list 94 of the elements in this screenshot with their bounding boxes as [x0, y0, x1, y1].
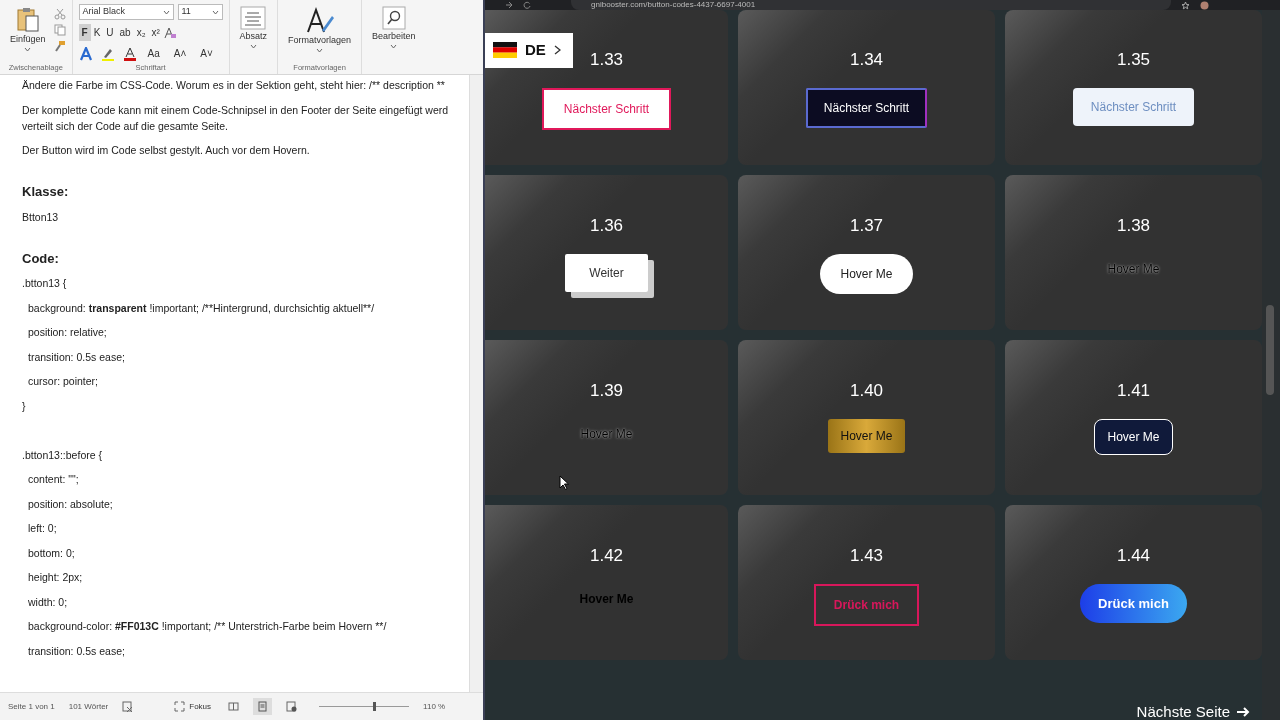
code-line: background: transparent !important; /**Hintergrund, durchsichtig aktuell**/ [27, 300, 376, 316]
button-number: 1.33 [589, 49, 624, 71]
ribbon-button[interactable]: Formatvorlagen [284, 4, 356, 55]
chevron-down-icon [211, 9, 219, 15]
demo-button[interactable]: Nächster Schritt [805, 87, 928, 128]
button-number: 1.43 [849, 545, 884, 567]
button-number: 1.35 [1116, 49, 1151, 71]
demo-button[interactable]: Hover Me [820, 253, 913, 294]
font-size-button[interactable]: A˅ [197, 45, 216, 62]
chevron-down-icon [390, 43, 398, 49]
code-line: transition: 0.5s ease; [27, 643, 126, 659]
chevron-down-icon [24, 46, 32, 52]
demo-button[interactable]: Nächster Schritt [541, 87, 672, 130]
code-line: transition: 0.5s ease; [27, 349, 126, 365]
format-button[interactable]: K [90, 24, 104, 41]
font-size-field[interactable]: 11 [177, 4, 223, 20]
demo-button[interactable]: Hover Me [1101, 253, 1166, 284]
button-number: 1.42 [589, 545, 624, 567]
star-icon[interactable] [1181, 0, 1190, 10]
demo-button[interactable]: Hover Me [1094, 418, 1173, 455]
cursor-icon [559, 475, 569, 490]
read-mode-icon[interactable] [228, 701, 240, 712]
paste-button[interactable]: Einfügen [6, 4, 50, 54]
paste-icon [14, 6, 41, 33]
ribbon-button[interactable]: Bearbeiten [368, 4, 420, 51]
demo-button[interactable]: Hover Me [828, 418, 905, 453]
paragraph: Ändere die Farbe im CSS-Code. Worum es in der Sektion geht, steht hier: /** description ** [22, 78, 446, 93]
brush-icon[interactable] [53, 40, 66, 52]
button-number: 1.34 [849, 49, 884, 71]
next-page-link[interactable]: Nächste Seite [1136, 704, 1250, 720]
zoom-level: 110 % [423, 700, 446, 713]
code-line: bottom: 0; [27, 545, 76, 561]
button-number: 1.37 [849, 215, 884, 237]
button-number: 1.41 [1116, 380, 1151, 402]
paragraph: Btton13 [22, 209, 60, 225]
demo-button[interactable]: Hover Me [574, 418, 639, 449]
format-button[interactable]: U [103, 24, 117, 41]
code-line: position: relative; [27, 325, 108, 340]
demo-button[interactable]: Drück mich [1080, 583, 1187, 623]
button-number: 1.38 [1116, 215, 1151, 237]
focus-button[interactable]: Fokus [171, 698, 215, 715]
scrollbar-thumb[interactable] [1266, 305, 1274, 395]
font-name-field[interactable]: Arial Black [78, 4, 174, 20]
scrollbar[interactable] [1262, 10, 1280, 720]
format-button[interactable]: F [78, 24, 91, 41]
font-size-button[interactable]: Aa [144, 45, 163, 62]
code-line: width: 0; [27, 594, 69, 610]
heading: Code: [22, 250, 60, 267]
format-button[interactable]: ab [116, 24, 134, 41]
search-icon [381, 6, 406, 30]
paragraph-icon [240, 6, 267, 30]
page-count: Seite 1 von 1 [8, 700, 55, 713]
avatar-icon[interactable] [1200, 0, 1209, 10]
reload-icon[interactable] [523, 1, 531, 9]
address-bar[interactable]: gnibooster.com/button-codes-4437-6697-4001 [571, 0, 1171, 10]
button-number: 1.44 [1116, 545, 1151, 567]
proofing-icon[interactable] [122, 701, 134, 712]
code-line: } [22, 398, 27, 414]
code-line: position: absolute; [27, 496, 114, 512]
forward-icon[interactable] [505, 1, 513, 9]
ribbon-button[interactable]: Absatz [235, 4, 272, 51]
button-number: 1.39 [589, 380, 624, 402]
scrollbar[interactable] [469, 75, 483, 692]
code-line: left: 0; [27, 521, 58, 536]
heading: Klasse: [22, 184, 70, 200]
language-selector[interactable]: DE [485, 33, 573, 68]
highlighter-icon[interactable] [100, 46, 115, 61]
clear-format-icon[interactable] [162, 25, 177, 40]
code-line: height: 2px; [27, 570, 84, 585]
font-size-button[interactable]: A˄ [170, 45, 190, 62]
button-number: 1.40 [849, 380, 884, 402]
paragraph: verteilt sich der Code auf die gesamte Seite. [22, 118, 230, 134]
print-layout-icon[interactable] [258, 701, 268, 712]
format-button[interactable]: x₂ [133, 24, 149, 41]
code-line: .btton13 { [22, 276, 68, 291]
paragraph: Der Button wird im Code selbst gestylt. Auch vor dem Hovern. [22, 143, 311, 158]
chevron-down-icon [162, 9, 170, 15]
button-number: 1.36 [589, 215, 624, 237]
chevron-right-icon [553, 45, 561, 56]
flag-icon [493, 42, 517, 59]
focus-icon [174, 701, 186, 712]
code-line: background-color: #FF013C !important; /** Unterstrich-Farbe beim Hovern **/ [27, 619, 388, 634]
chevron-down-icon [249, 43, 257, 49]
code-line: cursor: pointer; [27, 374, 100, 389]
format-button[interactable]: x² [148, 24, 163, 41]
font-color-icon[interactable] [122, 46, 137, 61]
arrow-right-icon [1236, 706, 1250, 718]
code-line: .btton13::before { [22, 447, 103, 463]
text-effect-icon[interactable] [78, 46, 93, 61]
chevron-down-icon [316, 47, 324, 53]
paragraph: Der komplette Code kann mit einem Code-Schnipsel in den Footer der Seite eingefügt werd [22, 102, 450, 118]
code-line: content: ""; [27, 472, 80, 487]
word-count: 101 Wörter [68, 700, 109, 713]
web-layout-icon[interactable] [286, 701, 298, 712]
